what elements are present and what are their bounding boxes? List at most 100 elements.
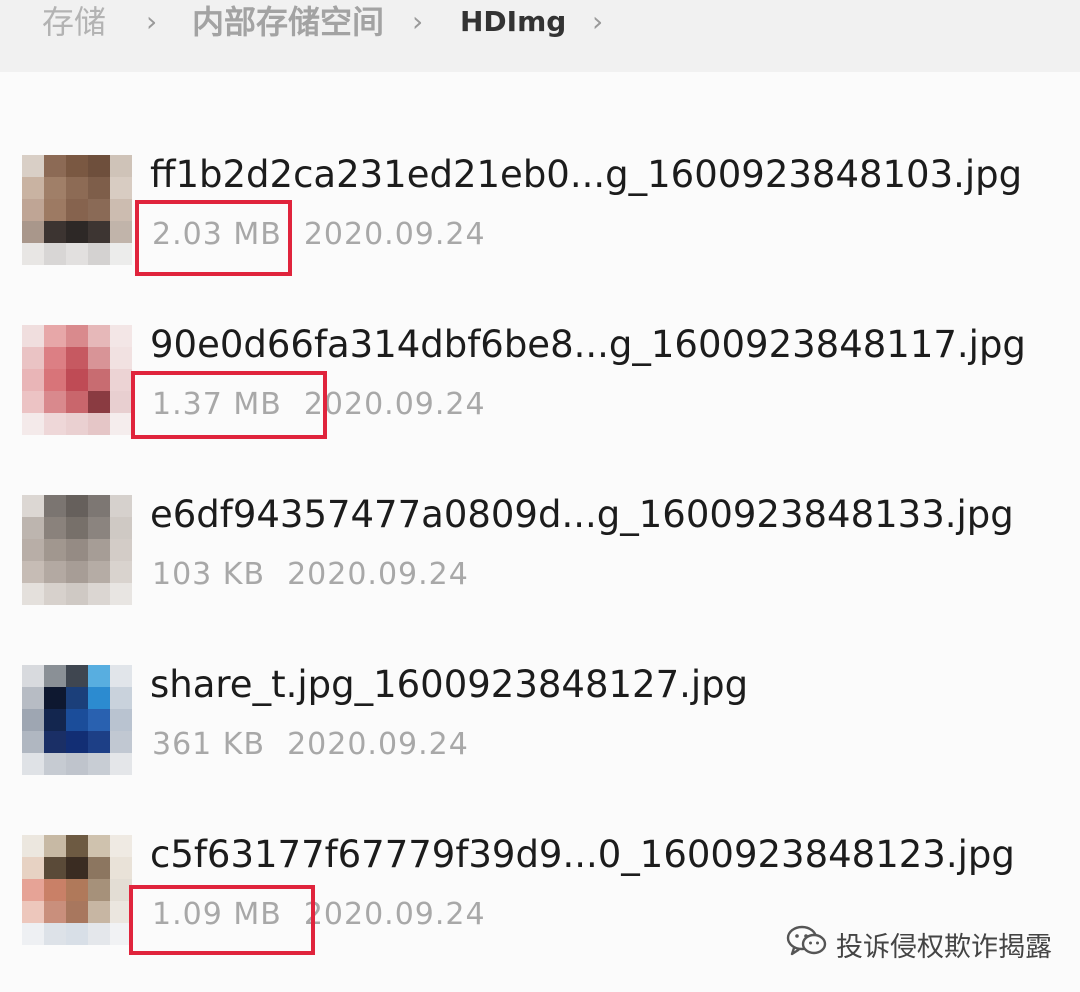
file-meta: 103 KB 2020.09.24 xyxy=(152,555,469,595)
thumbnail-cell xyxy=(22,177,44,199)
thumbnail-cell xyxy=(110,177,132,199)
thumbnail-cell xyxy=(88,835,110,857)
thumbnail-cell xyxy=(44,901,66,923)
chevron-right-icon: › xyxy=(412,5,424,38)
thumbnail-cell xyxy=(44,923,66,945)
thumbnail-cell xyxy=(110,495,132,517)
image-thumbnail xyxy=(22,495,132,605)
highlight-box xyxy=(129,885,315,955)
thumbnail-cell xyxy=(66,495,88,517)
thumbnail-cell xyxy=(88,391,110,413)
highlight-box xyxy=(131,371,327,439)
thumbnail-cell xyxy=(110,221,132,243)
file-date: 2020.09.24 xyxy=(303,387,486,422)
thumbnail-cell xyxy=(66,517,88,539)
thumbnail-cell xyxy=(66,177,88,199)
thumbnail-cell xyxy=(110,199,132,221)
thumbnail-cell xyxy=(22,665,44,687)
thumbnail-cell xyxy=(22,539,44,561)
thumbnail-cell xyxy=(88,155,110,177)
thumbnail-cell xyxy=(66,413,88,435)
thumbnail-cell xyxy=(22,561,44,583)
breadcrumb-storage[interactable]: 存储 xyxy=(42,2,106,42)
thumbnail-cell xyxy=(110,709,132,731)
thumbnail-cell xyxy=(44,155,66,177)
thumbnail-cell xyxy=(44,709,66,731)
thumbnail-cell xyxy=(88,539,110,561)
thumbnail-cell xyxy=(22,369,44,391)
thumbnail-cell xyxy=(44,413,66,435)
watermark-text: 投诉侵权欺诈揭露 xyxy=(836,931,1052,963)
thumbnail-cell xyxy=(110,347,132,369)
thumbnail-cell xyxy=(22,923,44,945)
thumbnail-cell xyxy=(110,835,132,857)
thumbnail-cell xyxy=(88,753,110,775)
thumbnail-cell xyxy=(88,369,110,391)
thumbnail-cell xyxy=(88,687,110,709)
file-name: ff1b2d2ca231ed21eb0...g_1600923848103.jp… xyxy=(150,153,1023,196)
thumbnail-cell xyxy=(110,517,132,539)
file-size: 361 KB xyxy=(152,727,266,762)
thumbnail-cell xyxy=(22,413,44,435)
file-date: 2020.09.24 xyxy=(303,897,486,932)
thumbnail-cell xyxy=(44,517,66,539)
file-meta: 361 KB 2020.09.24 xyxy=(152,725,469,765)
thumbnail-cell xyxy=(22,583,44,605)
thumbnail-cell xyxy=(88,583,110,605)
file-date: 2020.09.24 xyxy=(287,557,469,592)
thumbnail-cell xyxy=(88,709,110,731)
thumbnail-cell xyxy=(22,221,44,243)
thumbnail-cell xyxy=(44,369,66,391)
list-item[interactable]: share_t.jpg_1600923848127.jpg 361 KB 2020… xyxy=(0,663,1080,825)
thumbnail-cell xyxy=(110,413,132,435)
thumbnail-cell xyxy=(66,221,88,243)
thumbnail-cell xyxy=(22,517,44,539)
thumbnail-cell xyxy=(88,495,110,517)
thumbnail-cell xyxy=(22,347,44,369)
thumbnail-cell xyxy=(44,835,66,857)
thumbnail-cell xyxy=(66,731,88,753)
thumbnail-cell xyxy=(44,177,66,199)
file-date: 2020.09.24 xyxy=(303,217,486,252)
thumbnail-cell xyxy=(110,539,132,561)
thumbnail-cell xyxy=(44,199,66,221)
thumbnail-cell xyxy=(44,665,66,687)
image-thumbnail xyxy=(22,155,132,265)
thumbnail-cell xyxy=(22,687,44,709)
thumbnail-cell xyxy=(44,583,66,605)
thumbnail-cell xyxy=(110,243,132,265)
thumbnail-cell xyxy=(22,495,44,517)
thumbnail-cell xyxy=(44,221,66,243)
thumbnail-cell xyxy=(22,199,44,221)
chevron-right-icon: › xyxy=(146,5,158,38)
thumbnail-cell xyxy=(66,199,88,221)
thumbnail-cell xyxy=(44,753,66,775)
thumbnail-cell xyxy=(66,155,88,177)
file-name: 90e0d66fa314dbf6be8...g_1600923848117.jp… xyxy=(150,323,1026,366)
thumbnail-cell xyxy=(88,347,110,369)
file-browser: 存储 › 内部存储空间 › HDImg › ff1b2d2ca231ed21eb… xyxy=(0,0,1080,992)
thumbnail-cell xyxy=(88,199,110,221)
thumbnail-cell xyxy=(22,325,44,347)
thumbnail-cell xyxy=(22,835,44,857)
breadcrumb-current-folder[interactable]: HDImg xyxy=(460,2,566,42)
file-size: 103 KB xyxy=(152,557,266,592)
thumbnail-cell xyxy=(22,243,44,265)
thumbnail-cell xyxy=(66,709,88,731)
thumbnail-cell xyxy=(66,583,88,605)
thumbnail-cell xyxy=(88,413,110,435)
wechat-icon xyxy=(786,924,836,965)
file-name: c5f63177f67779f39d9...0_1600923848123.jp… xyxy=(150,833,1015,876)
list-item[interactable]: e6df94357477a0809d...g_1600923848133.jpg… xyxy=(0,493,1080,655)
thumbnail-cell xyxy=(88,243,110,265)
thumbnail-cell xyxy=(66,687,88,709)
thumbnail-cell xyxy=(66,539,88,561)
thumbnail-cell xyxy=(44,731,66,753)
thumbnail-cell xyxy=(110,665,132,687)
breadcrumb-internal-storage[interactable]: 内部存储空间 xyxy=(192,2,384,42)
thumbnail-cell xyxy=(66,835,88,857)
thumbnail-cell xyxy=(22,753,44,775)
thumbnail-cell xyxy=(66,857,88,879)
breadcrumb: 存储 › 内部存储空间 › HDImg › xyxy=(0,0,1080,72)
file-date: 2020.09.24 xyxy=(287,727,469,762)
